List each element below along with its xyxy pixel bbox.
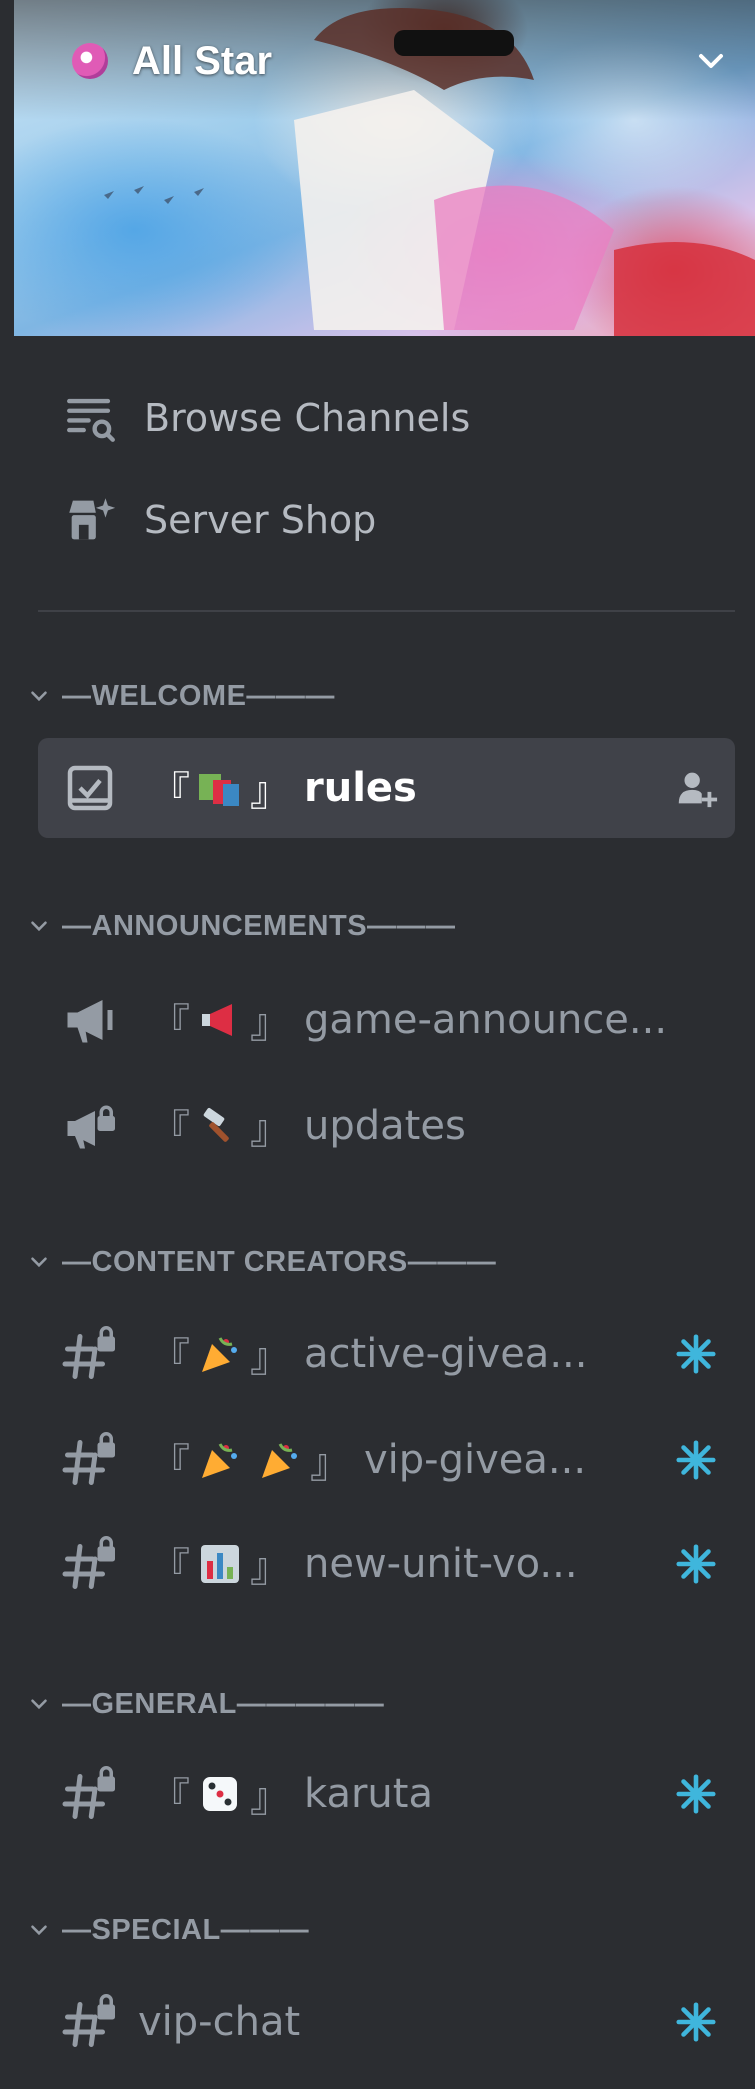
browse-channels-label: Browse Channels	[144, 396, 471, 440]
announcement-icon	[67, 1000, 113, 1043]
category-label: —WELCOME———	[62, 679, 335, 712]
channel-name: game-announce...	[304, 997, 668, 1043]
channel-name: rules	[304, 765, 417, 811]
dice-emoji	[196, 1770, 244, 1818]
category-label: —GENERAL—————	[62, 1687, 385, 1720]
category-label: —SPECIAL———	[62, 1913, 310, 1946]
bracket-close: 』	[310, 1441, 350, 1487]
browse-channels-item[interactable]: Browse Channels	[62, 388, 470, 448]
locked-text-channel-icon	[62, 1994, 115, 2047]
new-activity-icon	[676, 1544, 716, 1584]
megaphone-emoji	[196, 996, 244, 1044]
channel-name: new-unit-vo...	[304, 1541, 578, 1587]
server-shop-icon	[69, 498, 116, 540]
bracket-close: 』	[250, 1775, 290, 1821]
party-popper-emoji	[256, 1436, 304, 1484]
new-activity-icon	[676, 1334, 716, 1374]
category-label: —ANNOUNCEMENTS———	[62, 909, 456, 942]
divider	[38, 610, 735, 612]
chevron-down-icon	[31, 1699, 47, 1710]
channel-rules[interactable]: 『 』 rules	[38, 738, 735, 838]
new-activity-icon	[676, 1774, 716, 1814]
category-general[interactable]: —GENERAL—————	[26, 1684, 384, 1724]
bracket-close: 』	[250, 1545, 290, 1591]
bracket-close: 』	[250, 1001, 290, 1047]
party-popper-emoji	[196, 1330, 244, 1378]
category-welcome[interactable]: —WELCOME———	[26, 676, 335, 716]
chevron-down-icon	[31, 1257, 47, 1268]
bracket-open: 『	[150, 1001, 190, 1047]
category-content-creators[interactable]: —CONTENT CREATORS———	[26, 1242, 496, 1282]
channel-vip-giveaways[interactable]: 『 』 vip-givea...	[38, 1410, 735, 1510]
channel-vip-chat[interactable]: vip-chat	[38, 1972, 735, 2072]
locked-text-channel-icon	[62, 1536, 115, 1589]
locked-text-channel-icon	[62, 1766, 115, 1819]
bracket-open: 『	[150, 1441, 190, 1487]
bracket-open: 『	[150, 1335, 190, 1381]
server-name: All Star	[132, 38, 273, 83]
channel-name: updates	[304, 1103, 466, 1149]
server-shop-item[interactable]: Server Shop	[62, 490, 376, 550]
chevron-down-icon[interactable]	[691, 41, 731, 81]
category-special[interactable]: —SPECIAL———	[26, 1910, 309, 1950]
channel-name: vip-chat	[138, 1999, 301, 2045]
server-shop-label: Server Shop	[144, 498, 377, 542]
rules-icon	[67, 765, 113, 811]
bracket-open: 『	[150, 1107, 190, 1153]
server-icon	[72, 43, 108, 79]
category-announcements[interactable]: —ANNOUNCEMENTS———	[26, 906, 456, 946]
new-activity-icon	[676, 2002, 716, 2042]
channel-name: vip-givea...	[364, 1437, 587, 1483]
locked-text-channel-icon	[62, 1326, 115, 1379]
bracket-close: 』	[250, 1107, 290, 1153]
add-member-icon[interactable]	[673, 765, 719, 811]
hammer-emoji	[196, 1102, 244, 1150]
browse-channels-icon	[67, 398, 115, 442]
books-emoji	[196, 764, 244, 812]
server-header[interactable]: All Star	[72, 34, 731, 88]
category-label: —CONTENT CREATORS———	[62, 1245, 497, 1278]
channel-name: active-givea...	[304, 1331, 588, 1377]
bracket-open: 『	[150, 769, 190, 815]
bracket-close: 』	[250, 1335, 290, 1381]
channel-new-unit-votes[interactable]: 『 』 new-unit-vo...	[38, 1514, 735, 1614]
bracket-open: 『	[150, 1545, 190, 1591]
new-activity-icon	[676, 1440, 716, 1480]
locked-text-channel-icon	[62, 1432, 115, 1485]
bar-chart-emoji	[196, 1540, 244, 1588]
party-popper-emoji	[196, 1436, 244, 1484]
chevron-down-icon	[31, 1925, 47, 1936]
channel-active-giveaways[interactable]: 『 』 active-givea...	[38, 1304, 735, 1404]
server-banner: All Star	[14, 0, 755, 336]
chevron-down-icon	[31, 921, 47, 932]
announcement-locked-icon	[67, 1105, 115, 1149]
bracket-open: 『	[150, 1775, 190, 1821]
channel-name: karuta	[304, 1771, 433, 1817]
channel-game-announcements[interactable]: 『 』 game-announce...	[38, 970, 735, 1070]
bracket-close: 』	[250, 769, 290, 815]
channel-updates[interactable]: 『 』 updates	[38, 1076, 735, 1176]
chevron-down-icon	[31, 691, 47, 702]
channel-karuta[interactable]: 『 』 karuta	[38, 1744, 735, 1844]
